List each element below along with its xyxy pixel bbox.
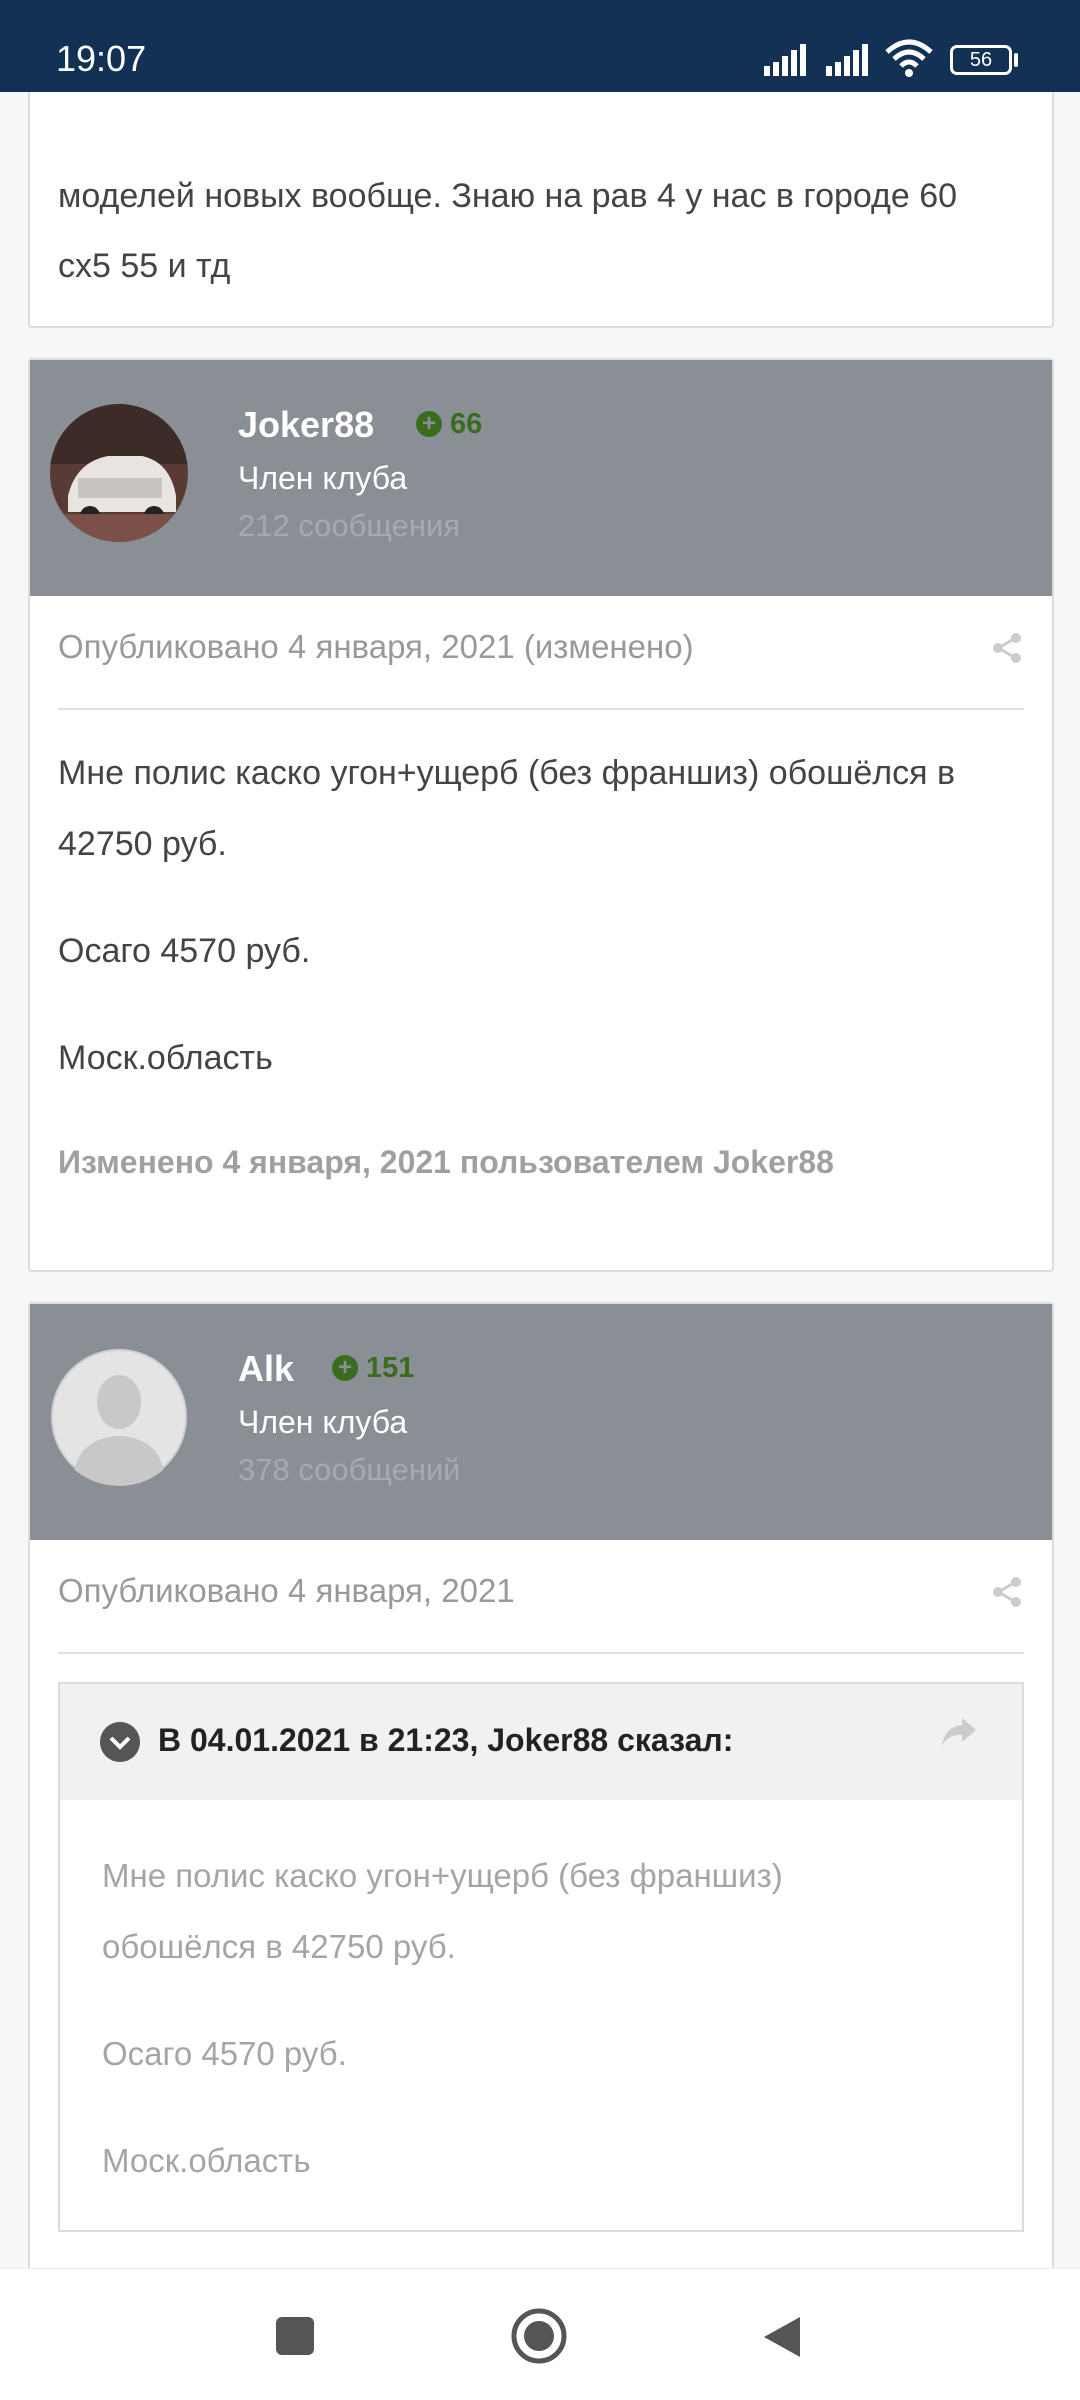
previous-post-card: моделей новых вообще. Знаю на рав 4 у на… bbox=[28, 60, 1054, 328]
avatar-placeholder[interactable] bbox=[50, 1348, 188, 1486]
navigation-bar bbox=[0, 2268, 1080, 2400]
quote-block: В 04.01.2021 в 21:23, Joker88 сказал: Мн… bbox=[58, 1682, 1024, 2232]
quote-title: В 04.01.2021 в 21:23, Joker88 сказал: bbox=[158, 1722, 734, 1758]
author-name[interactable]: Alk bbox=[238, 1348, 294, 1390]
divider bbox=[58, 708, 1024, 710]
post-author-header: Joker88 +66 Член клуба 212 сообщения bbox=[30, 360, 1052, 596]
post-published-date[interactable]: Опубликовано 4 января, 2021 (изменено) bbox=[58, 628, 694, 666]
divider bbox=[58, 1652, 1024, 1654]
back-triangle-icon[interactable] bbox=[760, 2313, 804, 2361]
thread-content[interactable]: моделей новых вообще. Знаю на рав 4 у на… bbox=[0, 0, 1080, 2268]
status-time: 19:07 bbox=[56, 38, 147, 79]
battery-icon: 56 bbox=[950, 45, 1012, 75]
quote-line: обошёлся в 42750 руб. bbox=[102, 1928, 456, 1965]
battery-tip bbox=[1014, 53, 1018, 67]
post-published-date[interactable]: Опубликовано 4 января, 2021 bbox=[58, 1572, 515, 1610]
signal-icon bbox=[764, 44, 806, 76]
share-icon[interactable] bbox=[992, 632, 1022, 664]
post-paragraph: Осаго 4570 руб. bbox=[58, 932, 311, 970]
post-card-alk: Alk +151 Член клуба 378 сообщений Опубли… bbox=[28, 1302, 1054, 2268]
chevron-down-icon[interactable] bbox=[100, 1722, 140, 1762]
post-paragraph: 42750 руб. bbox=[58, 825, 227, 863]
reputation-value: 66 bbox=[450, 408, 483, 440]
author-post-count: 378 сообщений bbox=[238, 1452, 461, 1487]
author-post-count: 212 сообщения bbox=[238, 508, 461, 543]
reputation-badge: +66 bbox=[416, 408, 482, 441]
recents-square-icon[interactable] bbox=[274, 2315, 316, 2357]
signal-icon-2 bbox=[826, 44, 868, 76]
reputation-value: 151 bbox=[366, 1352, 415, 1384]
post-paragraph: Мне полис каско угон+ущерб (без франшиз)… bbox=[58, 754, 956, 792]
quote-line: Осаго 4570 руб. bbox=[102, 2035, 347, 2072]
post-card-joker88: Joker88 +66 Член клуба 212 сообщения Опу… bbox=[28, 358, 1054, 1272]
post-paragraph: Моск.область bbox=[58, 1039, 273, 1077]
status-bar: 19:07 56 bbox=[0, 0, 1080, 92]
share-icon[interactable] bbox=[992, 1576, 1022, 1608]
author-role: Член клуба bbox=[238, 1404, 408, 1440]
previous-post-line-2: сх5 55 и тд bbox=[58, 247, 231, 285]
previous-post-line-1: моделей новых вообще. Знаю на рав 4 у на… bbox=[58, 177, 958, 215]
edited-note: Изменено 4 января, 2021 пользователем Jo… bbox=[58, 1144, 834, 1180]
plus-icon: + bbox=[416, 411, 442, 437]
author-name[interactable]: Joker88 bbox=[238, 404, 374, 446]
quote-line: Мне полис каско угон+ущерб (без франшиз) bbox=[102, 1857, 783, 1894]
home-circle-icon[interactable] bbox=[510, 2307, 568, 2365]
quote-line: Моск.область bbox=[102, 2142, 311, 2179]
wifi-icon bbox=[885, 39, 933, 77]
forward-arrow-icon[interactable] bbox=[940, 1716, 978, 1748]
plus-icon: + bbox=[332, 1355, 358, 1381]
reputation-badge: +151 bbox=[332, 1352, 414, 1385]
author-role: Член клуба bbox=[238, 460, 408, 496]
post-author-header: Alk +151 Член клуба 378 сообщений bbox=[30, 1304, 1052, 1540]
quote-header[interactable]: В 04.01.2021 в 21:23, Joker88 сказал: bbox=[60, 1684, 1022, 1800]
avatar[interactable] bbox=[50, 404, 188, 542]
